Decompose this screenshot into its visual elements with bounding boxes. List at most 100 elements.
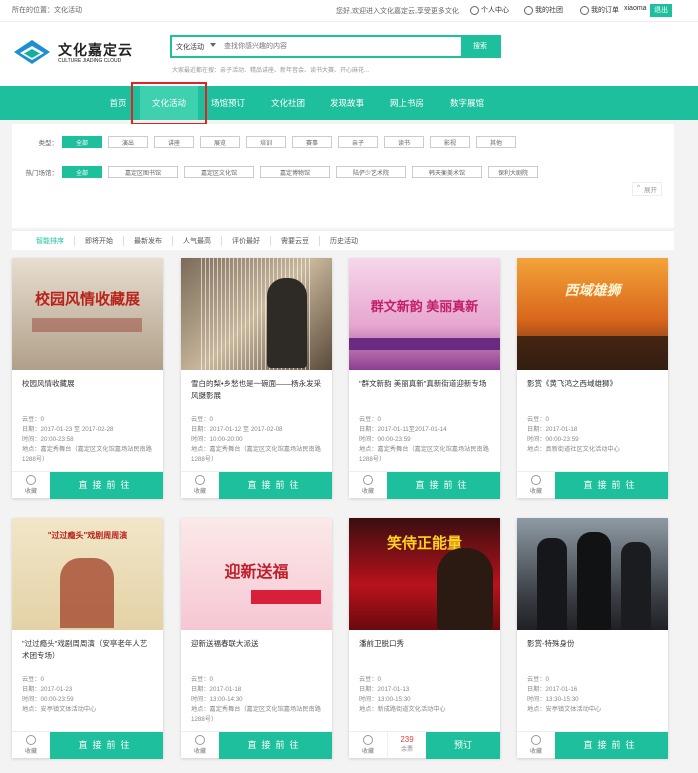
go-button[interactable]: 直接前往 — [555, 472, 668, 499]
header: 文化嘉定云 CULTURE JIADING CLOUD 文化活动 搜索 大家最近… — [0, 22, 698, 86]
venue-culture-center[interactable]: 嘉定区文化馆 — [184, 166, 254, 178]
activity-card[interactable]: "过过瘾头"戏剧周周演 "过过瘾头"戏剧周周演（安亭老年人艺术团专场） 云豆：0… — [12, 518, 163, 759]
venue-art-museum[interactable]: 韩天衡美术馆 — [412, 166, 482, 178]
activity-title[interactable]: 影赏-特殊身份 — [527, 638, 659, 650]
type-film[interactable]: 影视 — [430, 136, 470, 148]
type-contest[interactable]: 赛事 — [292, 136, 332, 148]
nav-stories[interactable]: 发现故事 — [320, 86, 374, 120]
club-icon — [524, 5, 533, 15]
activity-card[interactable]: 群文新韵 美丽真新 "群文新韵 美丽真新"真新街道迎新专场 云豆：0 日期：201… — [349, 258, 500, 499]
my-club-link[interactable]: 我的社团 — [524, 5, 563, 15]
activity-title[interactable]: 潘前卫脱口秀 — [359, 638, 491, 650]
my-orders-link[interactable]: 我的订单 — [580, 5, 619, 15]
venue-theater[interactable]: 保利大剧院 — [488, 166, 538, 178]
book-button[interactable]: 预订 — [426, 732, 500, 759]
heart-icon — [363, 475, 373, 485]
sort-latest[interactable]: 最新发布 — [134, 235, 173, 246]
favorite-button[interactable]: 收藏 — [12, 472, 50, 499]
go-button[interactable]: 直接前往 — [50, 472, 163, 499]
favorite-button[interactable]: 收藏 — [517, 472, 555, 499]
filter-panel: 类型： 全部 演出 讲座 展览 培训 赛事 亲子 读书 影视 其他 热门场馆： … — [12, 124, 674, 228]
nav-online-library[interactable]: 网上书房 — [380, 86, 434, 120]
card-footer: 收藏 直接前往 — [181, 471, 332, 499]
activity-title[interactable]: 影赏《黄飞鸿之西域雄狮》 — [527, 378, 659, 390]
venue-museum[interactable]: 嘉定博物馆 — [260, 166, 330, 178]
sort-popular[interactable]: 人气最高 — [183, 235, 222, 246]
type-performance[interactable]: 演出 — [108, 136, 148, 148]
go-button[interactable]: 直接前往 — [555, 732, 668, 759]
activity-card[interactable]: 影赏-特殊身份 云豆：0 日期：2017-01-16 时间：13:30-15:30 地… — [517, 518, 668, 759]
search-input[interactable] — [224, 39, 460, 54]
activity-title[interactable]: 校园风情收藏展 — [22, 378, 154, 390]
search-button[interactable]: 搜索 — [461, 37, 499, 56]
activity-meta: 云豆：0 日期：2017-01-18 时间：00:00-23:59 地点：真新街道社区… — [527, 416, 620, 453]
sort-smart[interactable]: 智能排序 — [36, 235, 75, 246]
logo-en-text: CULTURE JIADING CLOUD — [58, 58, 122, 64]
logo-cn-text: 文化嘉定云 — [58, 42, 133, 58]
logout-button[interactable]: 退出 — [650, 4, 672, 17]
activity-meta: 云豆：0 日期：2017-01-23 时间：00:00-23:59 地点：安亭镇文体活… — [22, 676, 97, 713]
venue-label: 热门场馆： — [25, 170, 59, 177]
activity-meta: 云豆：0 日期：2017-01-23 至 2017-02-28 时间：20:00-2… — [22, 416, 152, 463]
sort-yundou[interactable]: 需要云豆 — [281, 235, 320, 246]
nav-clubs[interactable]: 文化社团 — [262, 86, 314, 120]
activity-card[interactable]: 笑侍正能量 潘前卫脱口秀 云豆：0 日期：2017-01-13 时间：13:00-1… — [349, 518, 500, 759]
nav-digital-gallery[interactable]: 数字展馆 — [440, 86, 494, 120]
favorite-button[interactable]: 收藏 — [181, 732, 219, 759]
activity-image[interactable]: 校园风情收藏展 — [12, 258, 163, 370]
sort-upcoming[interactable]: 即将开始 — [85, 235, 124, 246]
go-button[interactable]: 直接前往 — [50, 732, 163, 759]
search-category-select[interactable]: 文化活动 — [176, 42, 204, 52]
venue-library[interactable]: 嘉定区图书馆 — [108, 166, 178, 178]
activity-card[interactable]: 校园风情收藏展 校园风情收藏展 云豆：0 日期：2017-01-23 至 2017… — [12, 258, 163, 499]
card-footer: 收藏 直接前往 — [517, 731, 668, 759]
activity-card[interactable]: 迎新送福 迎新送福春联大派送 云豆：0 日期：2017-01-18 时间：13:00… — [181, 518, 332, 759]
heart-icon — [531, 735, 541, 745]
order-icon — [580, 5, 589, 15]
activity-meta: 云豆：0 日期：2017-01-16 时间：13:30-15:30 地点：安亭镇文体活… — [527, 676, 602, 713]
activity-image[interactable]: 群文新韵 美丽真新 — [349, 258, 500, 370]
chevron-down-icon[interactable] — [210, 43, 216, 47]
nav-venue-booking[interactable]: 场馆预订 — [202, 86, 254, 120]
venue-all[interactable]: 全部 — [62, 166, 102, 178]
venue-art-institute[interactable]: 陆俨少艺术院 — [336, 166, 406, 178]
user-center-link[interactable]: 个人中心 — [470, 5, 509, 15]
favorite-button[interactable]: 收藏 — [349, 732, 387, 759]
card-footer: 收藏 239 余票 预订 — [349, 731, 500, 759]
activity-title[interactable]: "群文新韵 美丽真新"真新街道迎新专场 — [359, 378, 491, 390]
activity-image[interactable]: 笑侍正能量 — [349, 518, 500, 630]
type-reading[interactable]: 读书 — [384, 136, 424, 148]
type-training[interactable]: 培训 — [246, 136, 286, 148]
type-other[interactable]: 其他 — [476, 136, 516, 148]
sort-rating[interactable]: 评价最好 — [232, 235, 271, 246]
go-button[interactable]: 直接前往 — [387, 472, 500, 499]
activity-image[interactable]: "过过瘾头"戏剧周周演 — [12, 518, 163, 630]
type-all[interactable]: 全部 — [62, 136, 102, 148]
activity-card[interactable]: 西域雄狮 影赏《黄飞鸿之西域雄狮》 云豆：0 日期：2017-01-18 时间：00… — [517, 258, 668, 499]
activity-image[interactable] — [517, 518, 668, 630]
type-lecture[interactable]: 讲座 — [154, 136, 194, 148]
expand-toggle[interactable]: ^ 展开 — [631, 182, 662, 196]
activity-title[interactable]: "过过瘾头"戏剧周周演（安亭老年人艺术团专场） — [22, 638, 154, 662]
sort-history[interactable]: 历史活动 — [330, 236, 368, 246]
favorite-button[interactable]: 收藏 — [349, 472, 387, 499]
type-exhibition[interactable]: 展览 — [200, 136, 240, 148]
activity-card[interactable]: 雪白的梨•乡愁也是一碗面——杨永发采风摄影展 云豆：0 日期：2017-01-12… — [181, 258, 332, 499]
activity-image[interactable]: 西域雄狮 — [517, 258, 668, 370]
type-family[interactable]: 亲子 — [338, 136, 378, 148]
username[interactable]: xiaoma — [624, 5, 647, 12]
favorite-button[interactable]: 收藏 — [517, 732, 555, 759]
go-button[interactable]: 直接前往 — [219, 732, 332, 759]
logo[interactable]: 文化嘉定云 CULTURE JIADING CLOUD — [14, 38, 164, 74]
heart-icon — [195, 735, 205, 745]
top-bar: 所在的位置：文化活动 您好,欢迎进入文化嘉定云,享受更多文化 个人中心 我的社团… — [0, 0, 698, 22]
card-footer: 收藏 直接前往 — [517, 471, 668, 499]
activity-title[interactable]: 雪白的梨•乡愁也是一碗面——杨永发采风摄影展 — [191, 378, 323, 402]
favorite-button[interactable]: 收藏 — [12, 732, 50, 759]
activity-meta: 云豆：0 日期：2017-01-11至2017-01-14 时间：00:00-23:… — [359, 416, 489, 463]
activity-image[interactable]: 迎新送福 — [181, 518, 332, 630]
go-button[interactable]: 直接前往 — [219, 472, 332, 499]
activity-image[interactable] — [181, 258, 332, 370]
favorite-button[interactable]: 收藏 — [181, 472, 219, 499]
activity-title[interactable]: 迎新送福春联大派送 — [191, 638, 323, 650]
